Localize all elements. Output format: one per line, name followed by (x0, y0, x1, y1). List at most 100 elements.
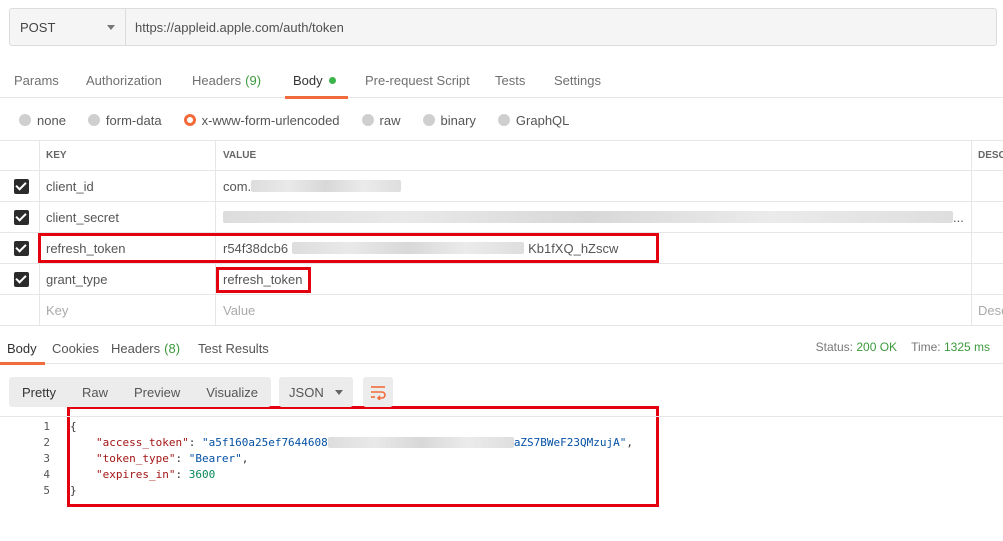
response-view-bar: Pretty Raw Preview Visualize JSON (9, 377, 394, 407)
tab-cookies[interactable]: Cookies (52, 334, 99, 364)
chevron-down-icon (107, 24, 115, 30)
time-group: Time: 1325 ms (911, 340, 990, 354)
checkbox-checked-icon[interactable] (14, 178, 29, 194)
value-text: com. (223, 178, 252, 194)
radio-form-data[interactable]: form-data (87, 112, 162, 128)
row-check-cell (0, 233, 40, 263)
radio-none[interactable]: none (19, 113, 66, 128)
code-line: 2 "access_token": "a5f160a25ef7644608 aZS… (0, 434, 1003, 450)
time-value[interactable]: 1325 ms (944, 340, 990, 354)
radio-circle-icon (422, 114, 435, 126)
radio-graphql[interactable]: GraphQL (497, 113, 569, 128)
description-cell[interactable] (972, 171, 1003, 201)
view-preview-button[interactable]: Preview (121, 377, 193, 407)
time-label: Time: (911, 340, 941, 354)
format-select[interactable]: JSON (279, 377, 354, 407)
body-indicator-dot (328, 76, 336, 84)
value-ellipsis: ... (953, 209, 964, 225)
value-cell[interactable]: refresh_token (216, 264, 972, 294)
redacted-block (223, 211, 953, 223)
description-cell[interactable] (972, 264, 1003, 294)
redacted-block (327, 437, 514, 448)
table-header-row: KEY VALUE DESC (0, 141, 1003, 171)
wrap-lines-icon (371, 386, 386, 400)
new-description-input[interactable]: Desc (972, 295, 1003, 325)
tab-pre-request-script[interactable]: Pre-request Script (365, 62, 470, 98)
line-number: 2 (43, 435, 50, 449)
code-text: } (70, 483, 77, 497)
url-input[interactable]: https://appleid.apple.com/auth/token (126, 9, 996, 45)
view-raw-button[interactable]: Raw (69, 377, 121, 407)
code-text: "access_token": "a5f160a25ef7644608 aZS7B… (96, 435, 634, 449)
radio-circle-icon (19, 114, 31, 126)
request-bar: POST https://appleid.apple.com/auth/toke… (9, 8, 997, 46)
line-number: 4 (43, 467, 50, 481)
view-mode-segment: Pretty Raw Preview Visualize (9, 377, 272, 407)
tab-label: Cookies (52, 341, 99, 356)
json-string: aZS7BWeF23QMzujA" (513, 435, 627, 449)
key-cell[interactable]: client_id (40, 171, 216, 201)
line-number: 3 (43, 451, 50, 465)
format-label: JSON (289, 384, 324, 400)
tab-response-body[interactable]: Body (0, 334, 45, 365)
code-text: "expires_in": 3600 (96, 467, 216, 481)
value-cell[interactable]: com. (216, 171, 972, 201)
new-value-input[interactable]: Value (216, 295, 972, 325)
url-text: https://appleid.apple.com/auth/token (135, 19, 344, 35)
tab-label: Headers (111, 341, 161, 356)
redacted-block (251, 180, 402, 192)
tab-params[interactable]: Params (14, 62, 59, 98)
method-select[interactable]: POST (10, 9, 126, 45)
checkbox-checked-icon[interactable] (14, 209, 29, 225)
checkbox-checked-icon[interactable] (14, 240, 29, 256)
radio-label: form-data (105, 112, 162, 128)
tab-label: Body (293, 72, 323, 88)
json-string: "a5f160a25ef7644608 (201, 435, 328, 449)
radio-selected-icon (183, 114, 196, 126)
status-group: Status: 200 OK (816, 340, 897, 354)
key-cell[interactable]: grant_type (40, 264, 216, 294)
description-cell[interactable] (972, 202, 1003, 232)
view-visualize-button[interactable]: Visualize (193, 377, 271, 407)
code-line: 3 "token_type": "Bearer", (0, 450, 1003, 466)
tab-label: Headers (192, 72, 242, 88)
key-cell[interactable]: refresh_token (40, 233, 216, 263)
tab-test-results[interactable]: Test Results (198, 334, 269, 364)
table-row: grant_type refresh_token (0, 264, 1003, 295)
radio-x-www-form-urlencoded[interactable]: x-www-form-urlencoded (183, 113, 340, 128)
request-tabs: Params Authorization Headers (9) Body Pr… (0, 62, 1003, 99)
radio-raw[interactable]: raw (361, 113, 401, 128)
line-number: 1 (43, 419, 50, 433)
tab-settings[interactable]: Settings (554, 62, 601, 98)
chevron-down-icon (335, 389, 344, 395)
new-key-input[interactable]: Key (40, 295, 216, 325)
view-pretty-button[interactable]: Pretty (9, 377, 69, 407)
code-line: 5 } (0, 482, 1003, 498)
code-text: { (70, 419, 77, 433)
tab-headers[interactable]: Headers (9) (192, 62, 261, 98)
code-text: "token_type": "Bearer", (96, 451, 249, 465)
json-key: "expires_in" (96, 467, 176, 481)
status-value[interactable]: 200 OK (856, 340, 897, 354)
checkbox-checked-icon[interactable] (14, 271, 29, 287)
value-text: refresh_token (223, 271, 303, 287)
method-label: POST (20, 19, 56, 35)
value-cell[interactable]: ... (216, 202, 972, 232)
tab-label: Pre-request Script (365, 72, 470, 88)
response-status: Status: 200 OK Time: 1325 ms (816, 340, 990, 354)
code-line: 4 "expires_in": 3600 (0, 466, 1003, 482)
response-body-editor[interactable]: 1 { 2 "access_token": "a5f160a25ef764460… (0, 416, 1003, 541)
tab-tests[interactable]: Tests (495, 62, 525, 98)
row-check-cell (0, 295, 40, 325)
tab-response-headers[interactable]: Headers (8) (111, 334, 180, 364)
wrap-lines-button[interactable] (363, 377, 394, 407)
value-cell[interactable]: r54f38dcb6 Kb1fXQ_hZscw (216, 233, 972, 263)
tab-authorization[interactable]: Authorization (86, 62, 162, 98)
description-cell[interactable] (972, 233, 1003, 263)
radio-binary[interactable]: binary (422, 112, 476, 128)
radio-label: binary (440, 112, 476, 128)
header-description: DESC (978, 150, 1003, 161)
key-cell[interactable]: client_secret (40, 202, 216, 232)
body-type-radios: none form-data x-www-form-urlencoded raw… (19, 110, 591, 130)
tab-body[interactable]: Body (285, 62, 348, 99)
